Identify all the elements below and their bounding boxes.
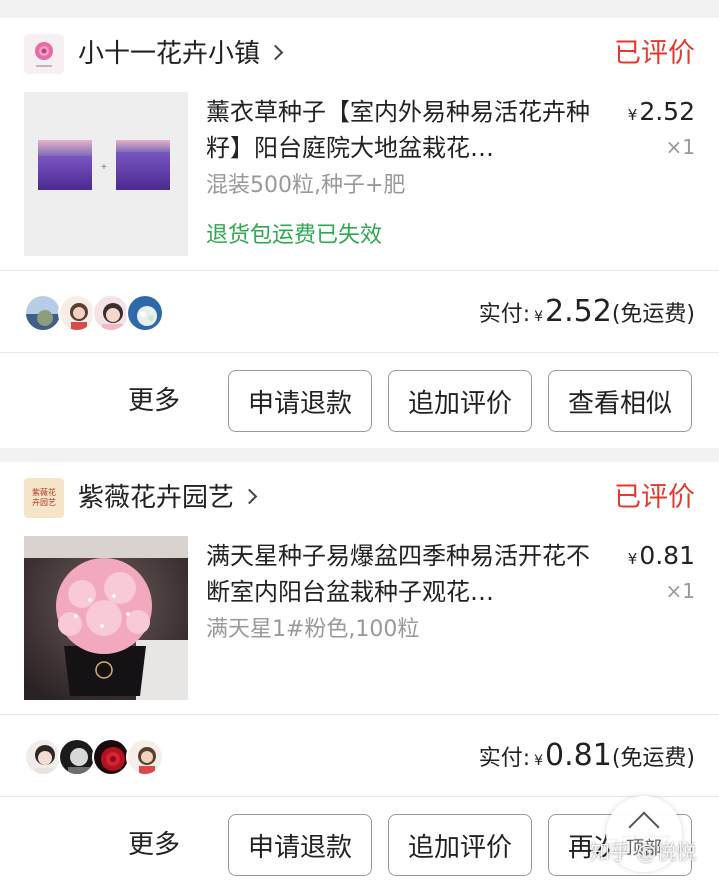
avatar xyxy=(92,294,130,332)
product-title[interactable]: 满天星种子易爆盆四季种易活开花不断室内阳台盆栽种子观花… xyxy=(206,538,606,610)
product-image[interactable] xyxy=(24,536,188,700)
avatar xyxy=(126,294,164,332)
order-card: 小十一花卉小镇 已评价 + 薰衣草种子【室内外易种易活花卉种籽】阳台庭院大地盆栽… xyxy=(0,18,719,448)
avatar xyxy=(58,294,96,332)
paid-total: 实付: ¥2.52(免运费) xyxy=(478,294,695,329)
divider xyxy=(0,352,719,353)
divider xyxy=(0,796,719,797)
product-quantity: ×1 xyxy=(665,135,695,159)
chevron-right-icon xyxy=(241,488,258,505)
more-button[interactable]: 更多 xyxy=(128,814,180,876)
avatar-group xyxy=(24,294,174,332)
shop-logo: 紫薇花卉园艺 xyxy=(24,478,64,518)
refund-note: 退货包运费已失效 xyxy=(206,223,383,248)
avatar-group xyxy=(24,738,174,776)
shop-name[interactable]: 小十一花卉小镇 xyxy=(78,36,284,72)
product-spec: 混装500粒,种子+肥 xyxy=(206,173,406,198)
shop-header[interactable]: 紫薇花卉园艺 紫薇花卉园艺 已评价 xyxy=(0,462,719,534)
avatar xyxy=(92,738,130,776)
shop-logo xyxy=(24,34,64,74)
divider xyxy=(0,714,719,715)
view-similar-button[interactable]: 查看相似 xyxy=(548,370,692,432)
divider xyxy=(0,270,719,271)
product-image[interactable]: + xyxy=(24,92,188,256)
request-refund-button[interactable]: 申请退款 xyxy=(228,370,372,432)
avatar xyxy=(126,738,164,776)
avatar xyxy=(24,738,62,776)
avatar xyxy=(24,294,62,332)
order-status: 已评价 xyxy=(614,38,695,69)
product-title[interactable]: 薰衣草种子【室内外易种易活花卉种籽】阳台庭院大地盆栽花… xyxy=(206,94,606,166)
more-button[interactable]: 更多 xyxy=(128,370,180,432)
product-quantity: ×1 xyxy=(665,579,695,603)
add-review-button[interactable]: 追加评价 xyxy=(388,370,532,432)
product-spec: 满天星1#粉色,100粒 xyxy=(206,617,420,642)
product-price: ¥0.81 xyxy=(627,541,695,570)
shop-name[interactable]: 紫薇花卉园艺 xyxy=(78,480,258,516)
order-status: 已评价 xyxy=(614,482,695,513)
add-review-button[interactable]: 追加评价 xyxy=(388,814,532,876)
shop-header[interactable]: 小十一花卉小镇 已评价 xyxy=(0,18,719,90)
paid-total: 实付: ¥0.81(免运费) xyxy=(478,738,695,773)
watermark: 知乎 @悦悦 xyxy=(590,840,697,864)
product-price: ¥2.52 xyxy=(627,97,695,126)
request-refund-button[interactable]: 申请退款 xyxy=(228,814,372,876)
svg-text:+: + xyxy=(101,162,108,171)
chevron-right-icon xyxy=(267,44,284,61)
avatar xyxy=(58,738,96,776)
